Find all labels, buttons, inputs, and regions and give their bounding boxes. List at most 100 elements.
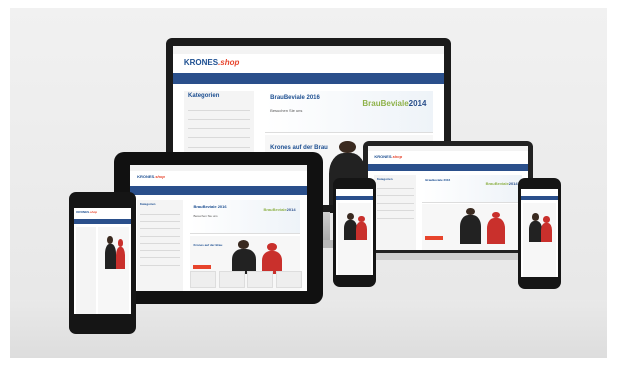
event-logo-year: 2014 — [286, 206, 296, 212]
main-navigation — [336, 195, 373, 201]
man-figure-head — [238, 239, 250, 249]
product-mockup-scene: KRONES.shop Kategorien BrauBeviale 2016 — [0, 0, 617, 365]
man-figure-head — [466, 207, 475, 216]
sidebar-item — [376, 192, 414, 197]
smartphone-right — [518, 178, 561, 289]
sidebar-title: Kategorien — [188, 92, 220, 99]
sidebar-item — [139, 246, 181, 252]
phone-screen: KRONES.shop — [74, 208, 131, 314]
woman-figure-head — [543, 216, 550, 224]
smartphone-middle — [333, 178, 376, 287]
logo-suffix: .shop — [218, 57, 240, 67]
category-sidebar: Kategorien — [374, 175, 416, 250]
sidebar-item — [139, 238, 181, 244]
main-navigation — [173, 73, 444, 85]
man-figure-body — [344, 220, 358, 241]
logo-suffix: .shop — [89, 210, 98, 215]
event-logo-year: 2014 — [408, 98, 427, 108]
woman-figure-body — [356, 222, 367, 241]
main-navigation — [130, 186, 307, 196]
sidebar-item — [376, 207, 414, 212]
sidebar-item — [188, 141, 251, 148]
banner-title: BrauBeviale 2016 — [425, 177, 451, 182]
banner-subtitle: Besuchen Sie uns — [193, 214, 218, 219]
event-banner: BrauBeviale 2016 BrauBeviale2014 — [422, 175, 522, 204]
teaser-section — [338, 202, 371, 275]
sidebar-item — [188, 104, 251, 111]
logo-main: KRONES — [374, 153, 392, 159]
logo-main: KRONES — [76, 210, 90, 215]
logo-main: KRONES — [183, 57, 219, 67]
sidebar-item — [376, 199, 414, 204]
teaser-title: Krones auf der Brau — [193, 243, 223, 248]
braubeviale-logo: BrauBeviale2014 — [264, 207, 296, 212]
man-figure-body — [460, 215, 481, 244]
man-figure-head — [347, 212, 355, 221]
event-logo-main: BrauBeviale — [485, 180, 509, 186]
woman-figure-body — [115, 247, 126, 269]
man-figure-body — [529, 220, 543, 242]
sidebar-item — [376, 184, 414, 189]
woman-figure-head — [117, 239, 124, 248]
phone-screen — [521, 189, 558, 277]
banner-title: BrauBeviale 2016 — [193, 203, 227, 209]
laptop-base — [350, 253, 546, 260]
product-thumb — [275, 270, 302, 288]
woman-figure-head — [491, 211, 500, 218]
man-figure-head — [107, 235, 114, 245]
sidebar-item — [139, 209, 181, 215]
product-thumb — [218, 270, 245, 288]
logo-main: KRONES — [137, 174, 155, 180]
teaser-section — [422, 204, 522, 250]
man-figure-body — [104, 244, 116, 269]
sidebar-item — [139, 260, 181, 266]
woman-figure-body — [486, 217, 505, 244]
sidebar-item — [139, 217, 181, 223]
event-banner: BrauBeviale 2016 Besuchen Sie uns BrauBe… — [190, 200, 300, 235]
banner-title: BrauBeviale 2016 — [270, 94, 320, 101]
sidebar-title: Kategorien — [376, 176, 393, 181]
mobile-website — [521, 189, 558, 277]
krones-logo: KRONES.shop — [76, 210, 97, 214]
laptop-website: KRONES.shop Kategorien BrauBeviale 2016 … — [368, 146, 528, 250]
cta-button — [425, 236, 444, 240]
site-header: KRONES.shop — [173, 53, 444, 75]
sidebar-item — [139, 253, 181, 259]
man-figure-head — [339, 140, 356, 154]
product-thumbnails — [190, 270, 302, 288]
main-navigation — [521, 196, 558, 201]
mobile-website — [336, 189, 373, 275]
site-topbar — [173, 46, 444, 54]
krones-logo: KRONES.shop — [137, 174, 165, 179]
mobile-website: KRONES.shop — [74, 208, 131, 314]
phone-screen — [336, 189, 373, 275]
site-header: KRONES.shop — [130, 171, 307, 188]
event-logo-main: BrauBeviale — [362, 98, 409, 108]
category-sidebar: Kategorien — [137, 200, 184, 291]
teaser-section — [97, 227, 129, 314]
sidebar-item — [188, 113, 251, 121]
sidebar-item — [139, 231, 181, 237]
sidebar-item — [139, 224, 181, 230]
tablet-screen: KRONES.shop Kategorien BrauBeviale 2016 … — [130, 165, 307, 291]
site-header: KRONES.shop — [368, 151, 528, 165]
product-thumb — [190, 270, 217, 288]
event-banner: BrauBeviale 2016 Besuchen Sie uns BrauBe… — [265, 90, 434, 133]
sidebar-item — [188, 132, 251, 139]
category-sidebar — [76, 227, 96, 314]
sidebar-item — [376, 214, 414, 219]
smartphone-left: KRONES.shop — [69, 192, 136, 334]
event-logo-year: 2014 — [508, 180, 518, 186]
sidebar-item — [188, 123, 251, 130]
main-navigation — [368, 163, 528, 171]
tablet-website: KRONES.shop Kategorien BrauBeviale 2016 … — [130, 165, 307, 291]
product-thumb — [247, 270, 274, 288]
woman-figure-body — [541, 223, 552, 242]
main-navigation — [74, 218, 131, 224]
logo-suffix: .shop — [391, 153, 403, 159]
sidebar-title: Kategorien — [139, 202, 156, 207]
laptop-screen: KRONES.shop Kategorien BrauBeviale 2016 … — [368, 146, 528, 250]
woman-figure-head — [266, 243, 277, 252]
braubeviale-logo: BrauBeviale2014 — [486, 181, 518, 186]
logo-suffix: .shop — [154, 174, 165, 180]
